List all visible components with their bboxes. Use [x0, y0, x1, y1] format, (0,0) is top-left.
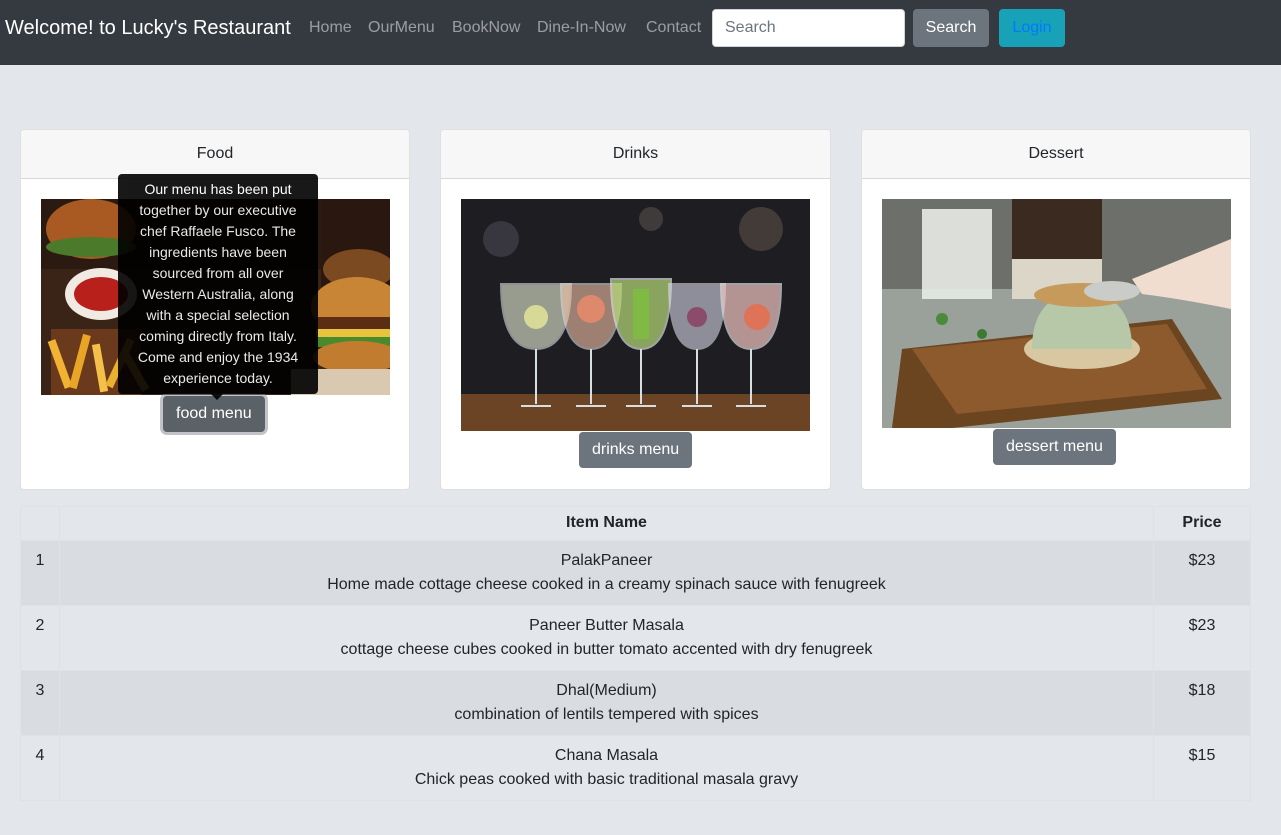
header-price: Price	[1153, 506, 1251, 541]
item-name: PalakPaneer	[560, 552, 653, 569]
row-number: 2	[20, 605, 60, 671]
row-price: $23	[1153, 540, 1251, 606]
row-item: Paneer Butter Masala cottage cheese cube…	[59, 605, 1154, 671]
nav-link-dine-in-now[interactable]: Dine-In-Now	[537, 18, 626, 38]
dessert-card-title: Dessert	[862, 130, 1250, 179]
row-price: $15	[1153, 735, 1251, 801]
row-number: 4	[20, 735, 60, 801]
drinks-card: Drinks drinks menu	[440, 129, 831, 490]
food-menu-button[interactable]: food menu	[163, 396, 265, 432]
dessert-menu-button[interactable]: dessert menu	[993, 429, 1116, 465]
item-description: cottage cheese cubes cooked in butter to…	[340, 641, 873, 658]
row-number: 1	[20, 540, 60, 606]
search-input[interactable]	[712, 9, 905, 47]
table-row: 1 PalakPaneer Home made cottage cheese c…	[20, 540, 1251, 606]
table-row: 2 Paneer Butter Masala cottage cheese cu…	[20, 605, 1251, 671]
tooltip-arrow	[211, 394, 223, 400]
row-price: $23	[1153, 605, 1251, 671]
item-name: Chana Masala	[554, 747, 659, 764]
nav-link-home[interactable]: Home	[309, 18, 352, 38]
row-item: PalakPaneer Home made cottage cheese coo…	[59, 540, 1154, 606]
item-description: Home made cottage cheese cooked in a cre…	[327, 576, 886, 593]
header-number	[20, 506, 60, 541]
header-item-name: Item Name	[59, 506, 1154, 541]
nav-link-book-now[interactable]: BookNow	[452, 18, 520, 38]
navbar: Welcome! to Lucky's Restaurant Home OurM…	[0, 0, 1281, 65]
nav-link-contact[interactable]: Contact	[646, 18, 701, 38]
login-button[interactable]: Login	[999, 9, 1065, 47]
nav-link-our-menu[interactable]: OurMenu	[368, 18, 435, 38]
dessert-image	[882, 199, 1231, 428]
brand-title[interactable]: Welcome! to Lucky's Restaurant	[5, 16, 291, 40]
table-row: 4 Chana Masala Chick peas cooked with ba…	[20, 735, 1251, 801]
drinks-image	[461, 199, 810, 431]
search-button[interactable]: Search	[913, 9, 989, 47]
food-menu-tooltip: Our menu has been put together by our ex…	[118, 174, 318, 394]
menu-table: Item Name Price 1 PalakPaneer Home made …	[20, 506, 1251, 801]
drinks-menu-button[interactable]: drinks menu	[579, 432, 693, 468]
food-card-title: Food	[21, 130, 409, 179]
item-name: Paneer Butter Masala	[529, 617, 684, 634]
row-item: Chana Masala Chick peas cooked with basi…	[59, 735, 1154, 801]
table-header-row: Item Name Price	[20, 506, 1251, 541]
item-description: Chick peas cooked with basic traditional…	[414, 771, 799, 788]
row-number: 3	[20, 670, 60, 736]
table-row: 3 Dhal(Medium) combination of lentils te…	[20, 670, 1251, 736]
row-item: Dhal(Medium) combination of lentils temp…	[59, 670, 1154, 736]
item-name: Dhal(Medium)	[556, 682, 657, 699]
item-description: combination of lentils tempered with spi…	[454, 706, 759, 723]
row-price: $18	[1153, 670, 1251, 736]
dessert-card: Dessert dessert menu	[861, 129, 1251, 490]
drinks-card-title: Drinks	[441, 130, 830, 179]
